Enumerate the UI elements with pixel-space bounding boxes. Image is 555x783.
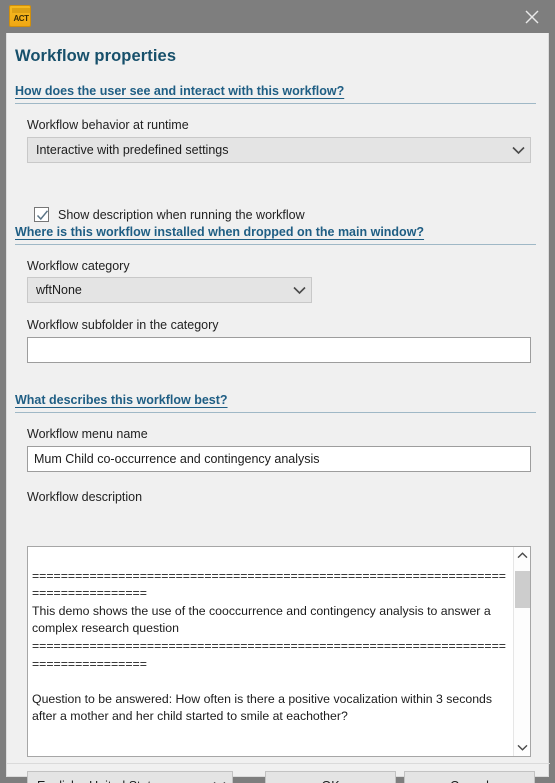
app-logo-icon-text: ACT	[13, 14, 29, 23]
title-bar: ACT	[0, 0, 555, 33]
section-heading-describes: What describes this workflow best?	[15, 393, 228, 407]
scroll-up-icon[interactable]	[514, 547, 530, 564]
chevron-down-icon	[287, 286, 311, 295]
workflow-menu-name-input[interactable]: Mum Child co-occurrence and contingency …	[27, 446, 531, 472]
app-logo-icon: ACT	[9, 5, 31, 27]
language-select[interactable]: English - United States	[27, 771, 233, 783]
workflow-behavior-value: Interactive with predefined settings	[36, 143, 229, 157]
workflow-properties-dialog: ACT Workflow properties How does the use…	[0, 0, 555, 783]
ok-button[interactable]: OK	[265, 771, 396, 783]
workflow-subfolder-input[interactable]	[27, 337, 531, 363]
show-description-checkbox-label: Show description when running the workfl…	[58, 207, 305, 222]
workflow-subfolder-label: Workflow subfolder in the category	[27, 318, 219, 332]
workflow-behavior-select[interactable]: Interactive with predefined settings	[27, 137, 531, 163]
scrollbar-thumb[interactable]	[515, 571, 530, 608]
section-heading-install: Where is this workflow installed when dr…	[15, 225, 425, 239]
page-title: Workflow properties	[15, 47, 177, 65]
language-value: English - United States	[28, 779, 206, 783]
section-divider-1	[15, 103, 536, 104]
close-icon[interactable]	[509, 0, 555, 33]
description-scrollbar[interactable]	[513, 547, 530, 756]
workflow-description-textarea[interactable]: ========================================…	[27, 546, 531, 757]
workflow-description-label: Workflow description	[27, 490, 143, 504]
show-description-checkbox[interactable]: Show description when running the workfl…	[34, 207, 305, 222]
chevron-down-icon	[506, 146, 530, 155]
scroll-down-icon[interactable]	[514, 739, 530, 756]
workflow-description-text: ========================================…	[32, 568, 506, 724]
checkbox-box	[34, 207, 49, 222]
section-divider-3	[15, 412, 536, 413]
section-heading-interaction: How does the user see and interact with …	[15, 84, 345, 98]
workflow-category-value: wftNone	[36, 283, 82, 297]
cancel-button[interactable]: Cancel	[404, 771, 535, 783]
section-divider-2	[15, 244, 536, 245]
dialog-content: Workflow properties How does the user se…	[6, 33, 550, 783]
app-logo-icon-band	[12, 8, 30, 13]
workflow-category-select[interactable]: wftNone	[27, 277, 312, 303]
workflow-menu-name-label: Workflow menu name	[27, 427, 148, 441]
workflow-category-label: Workflow category	[27, 259, 130, 273]
footer-divider	[7, 763, 550, 764]
workflow-behavior-label: Workflow behavior at runtime	[27, 118, 189, 132]
